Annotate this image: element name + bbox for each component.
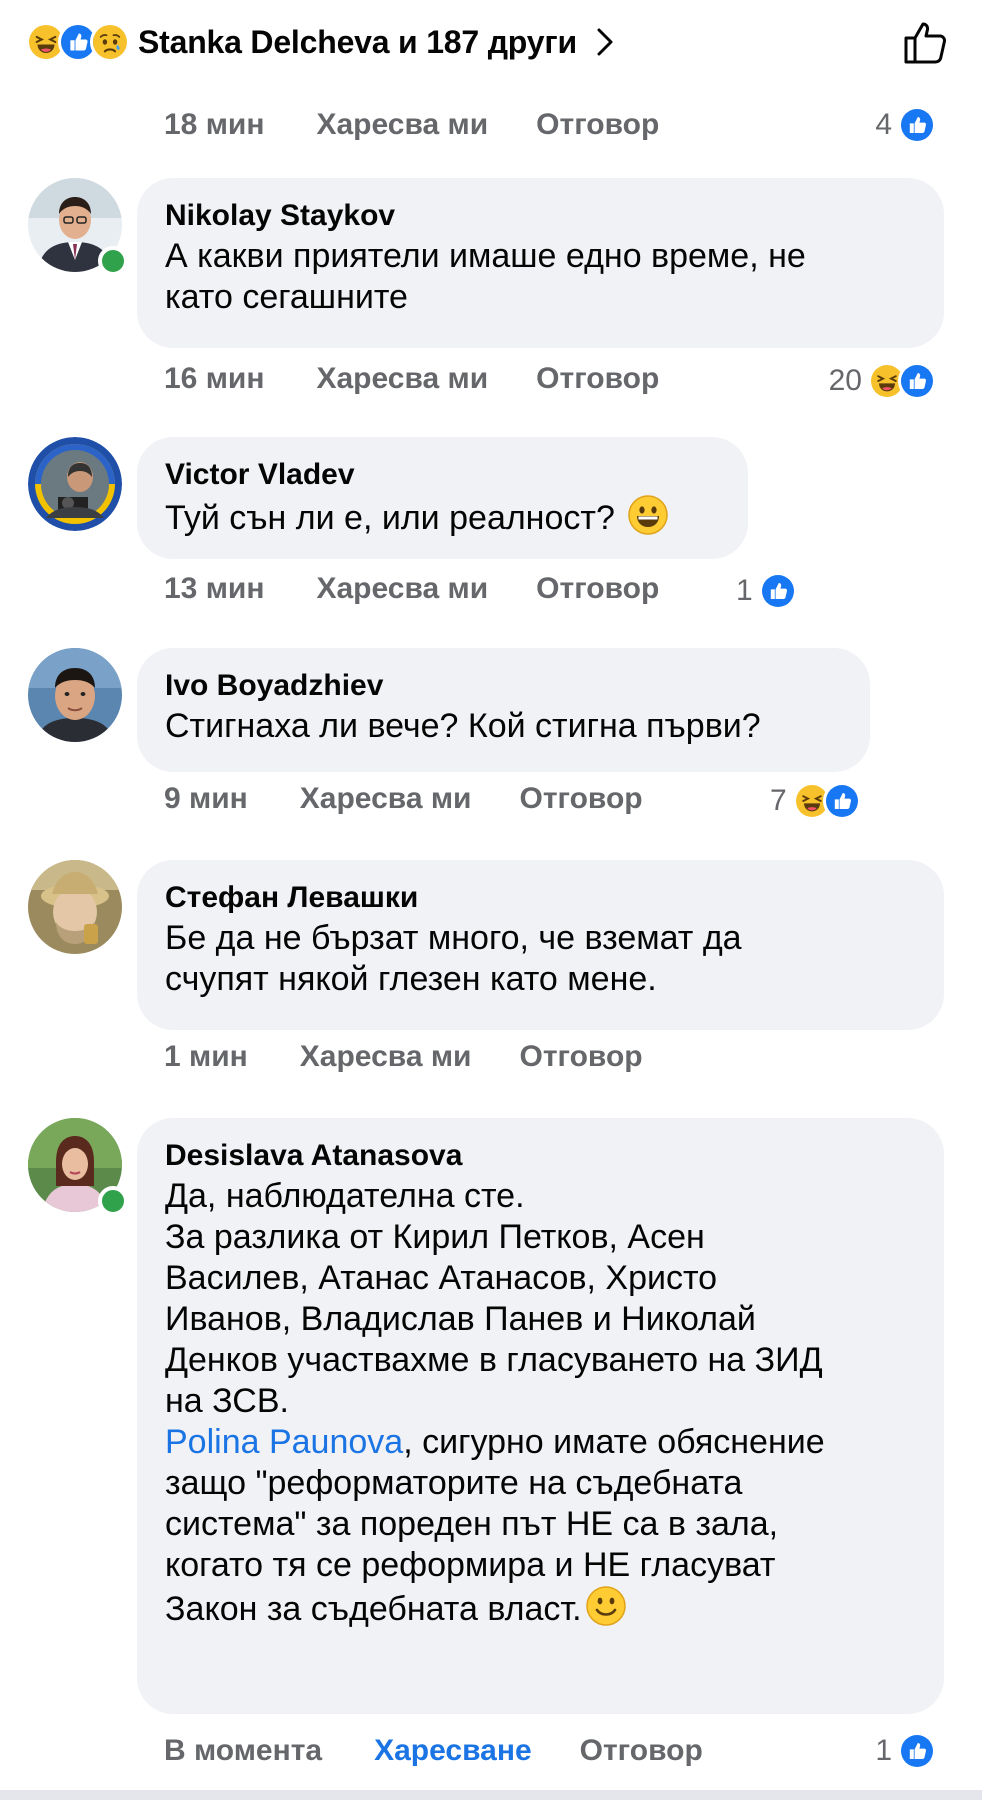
avatar[interactable] [28, 860, 122, 954]
comment-actions: В момента Харесване Отговор [164, 1734, 703, 1768]
comment-time[interactable]: 16 мин [164, 362, 264, 396]
comment-bubble: Victor Vladev Туй сън ли е, или реалност… [137, 437, 748, 559]
comment-actions: 13 мин Харесва ми Отговор [164, 572, 659, 606]
comment-actions: 18 мин Харесва ми Отговор [164, 108, 659, 142]
comment-actions: 1 мин Харесва ми Отговор [164, 1040, 643, 1074]
reaction-icons [26, 22, 130, 62]
like-link[interactable]: Харесва ми [316, 572, 488, 606]
comment-bubble: Ivo Boyadzhiev Стигнаха ли вече? Кой сти… [137, 648, 870, 772]
reply-link[interactable]: Отговор [519, 1040, 642, 1074]
comment-time[interactable]: 1 мин [164, 1040, 248, 1074]
sad-reaction-icon [90, 22, 130, 62]
chevron-right-icon [597, 28, 613, 56]
comment-actions: 16 мин Харесва ми Отговор [164, 362, 659, 396]
smiling-emoji-icon [586, 1586, 626, 1626]
like-link[interactable]: Харесване [374, 1734, 532, 1768]
reaction-count[interactable]: 1 [736, 572, 797, 610]
reaction-count[interactable]: 4 [875, 106, 936, 144]
reply-link[interactable]: Отговор [580, 1734, 703, 1768]
like-reaction-icon [758, 572, 797, 610]
comment-bubble: Nikolay Staykov А какви приятели имаше е… [137, 178, 944, 348]
online-status-indicator [98, 1186, 128, 1216]
comment-time[interactable]: 13 мин [164, 572, 264, 606]
comment-text: Туй сън ли е, или реалност? [165, 499, 615, 537]
reaction-count[interactable]: 7 [770, 782, 861, 820]
comment-actions: 9 мин Харесва ми Отговор [164, 782, 643, 816]
like-link[interactable]: Харесва ми [316, 108, 488, 142]
comment-time[interactable]: В момента [164, 1734, 322, 1768]
grinning-emoji-icon [628, 495, 668, 535]
like-link[interactable]: Харесва ми [316, 362, 488, 396]
comment-time[interactable]: 18 мин [164, 108, 264, 142]
like-reaction-icon [898, 1732, 936, 1770]
like-reaction-icon [898, 106, 936, 144]
comment-author[interactable]: Nikolay Staykov [165, 196, 916, 236]
like-reaction-icon [898, 362, 936, 400]
reply-link[interactable]: Отговор [536, 362, 659, 396]
comment-bubble: Desislava Atanasova Да, наблюдателна сте… [137, 1118, 944, 1714]
divider [0, 1790, 982, 1800]
comment-bubble: Стефан Левашки Бе да не бързат много, че… [137, 860, 944, 1030]
mention-link[interactable]: Polina Paunova [165, 1423, 403, 1461]
comment-text-part-1: Да, наблюдателна сте. За разлика от Кири… [165, 1177, 823, 1420]
comment-text: Бе да не бързат много, че вземат да счуп… [165, 919, 742, 998]
reaction-count[interactable]: 20 [829, 362, 936, 400]
reaction-count[interactable]: 1 [875, 1732, 936, 1770]
comment-author[interactable]: Ivo Boyadzhiev [165, 666, 842, 706]
reactions-summary[interactable]: Stanka Delcheva и 187 други [26, 14, 956, 70]
reactions-summary-text[interactable]: Stanka Delcheva и 187 други [138, 24, 577, 61]
like-reaction-icon [822, 782, 861, 820]
online-status-indicator [98, 246, 128, 276]
avatar[interactable] [28, 437, 122, 531]
like-button-icon[interactable] [900, 14, 956, 70]
comment-author[interactable]: Desislava Atanasova [165, 1136, 916, 1176]
reply-link[interactable]: Отговор [519, 782, 642, 816]
reply-link[interactable]: Отговор [536, 108, 659, 142]
comment-time[interactable]: 9 мин [164, 782, 248, 816]
comment-author[interactable]: Victor Vladev [165, 455, 720, 495]
reply-link[interactable]: Отговор [536, 572, 659, 606]
like-link[interactable]: Харесва ми [300, 782, 472, 816]
comment-author[interactable]: Стефан Левашки [165, 878, 916, 918]
like-link[interactable]: Харесва ми [300, 1040, 472, 1074]
avatar[interactable] [28, 648, 122, 742]
comment-text: Стигнаха ли вече? Кой стигна първи? [165, 707, 761, 745]
comment-text: А какви приятели имаше едно време, не ка… [165, 237, 806, 316]
